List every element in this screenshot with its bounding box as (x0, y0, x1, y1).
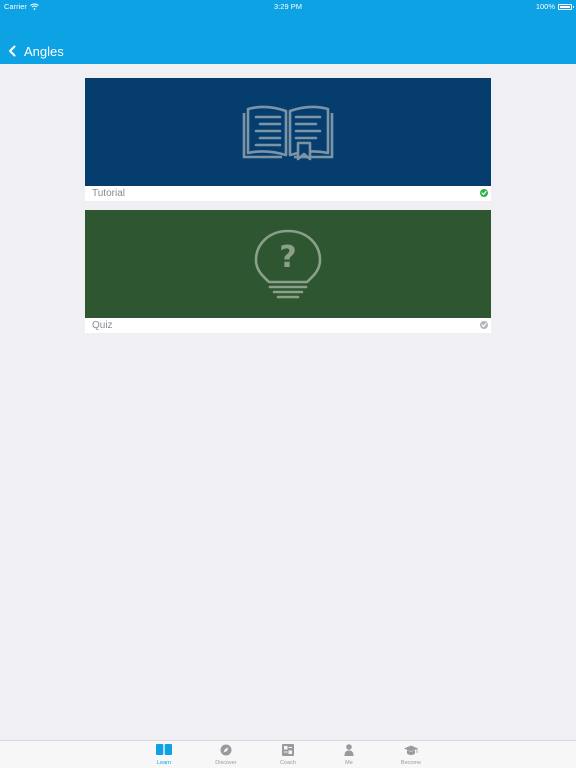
tab-discover[interactable]: Discover (198, 743, 254, 768)
status-time: 3:29 PM (274, 2, 302, 11)
tab-me[interactable]: Me (321, 743, 377, 768)
back-button[interactable]: Angles (8, 40, 64, 62)
lightbulb-question-icon: ? (254, 229, 322, 299)
quiz-card-image: ? (85, 210, 491, 318)
tab-become[interactable]: Become (383, 743, 439, 768)
battery-percent: 100% (535, 2, 555, 11)
tab-label: Discover (215, 760, 237, 766)
tab-coach[interactable]: Coach (260, 743, 316, 768)
status-bar: Carrier 3:29 PM 100% (0, 0, 576, 12)
page-title: Angles (24, 43, 64, 59)
tutorial-card-label: Tutorial (92, 188, 125, 199)
book-icon (156, 743, 172, 757)
chevron-left-icon (9, 45, 16, 57)
graduation-cap-icon (403, 743, 419, 757)
coach-icon (280, 743, 296, 757)
navigation-header: Carrier 3:29 PM 100% Angles (0, 0, 576, 64)
pending-check-icon (480, 321, 488, 329)
battery-icon (558, 3, 574, 10)
completed-check-icon (480, 189, 488, 197)
status-right: 100% (535, 2, 574, 11)
compass-icon (218, 743, 234, 757)
tutorial-card-image (85, 78, 491, 186)
tab-label: Learn (156, 760, 172, 766)
quiz-card[interactable]: ? Quiz (85, 210, 491, 333)
tab-label: Me (345, 760, 353, 766)
tab-label: Coach (280, 760, 296, 766)
svg-text:?: ? (279, 240, 296, 275)
quiz-card-label: Quiz (92, 320, 113, 331)
person-icon (341, 743, 357, 757)
open-book-icon (242, 105, 334, 161)
tab-learn[interactable]: Learn (136, 743, 192, 768)
tab-bar: Learn Discover Coach Me Become (0, 740, 576, 768)
tab-label: Become (400, 760, 422, 766)
tutorial-card[interactable]: Tutorial (85, 78, 491, 201)
